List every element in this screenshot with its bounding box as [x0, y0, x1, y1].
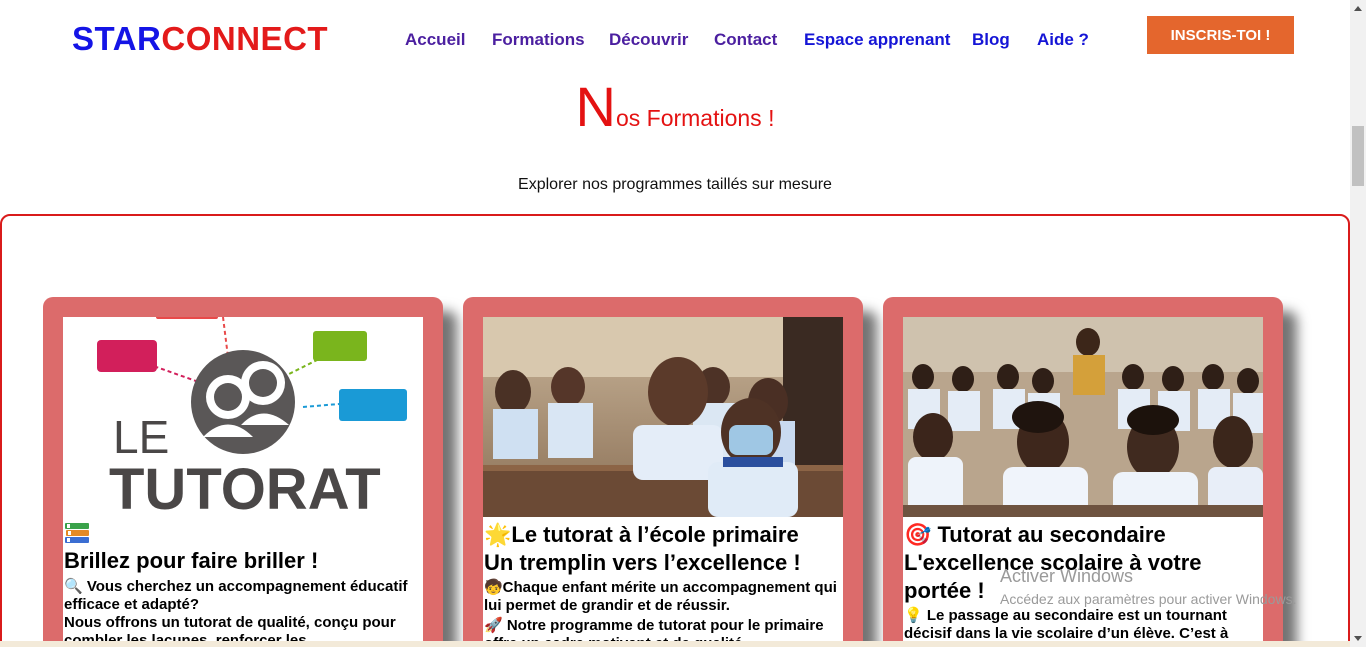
card-inner: 🌟Le tutorat à l’école primaire Un trempl… [483, 317, 843, 647]
formation-card-tutorat[interactable]: LE TUTORAT Brillez pour faire briller ! [43, 297, 443, 647]
secondary-classroom-photo [903, 317, 1263, 517]
primary-classroom-photo [483, 317, 843, 517]
nav-aide[interactable]: Aide ? [1037, 30, 1089, 50]
scroll-down-arrow-icon[interactable] [1354, 636, 1362, 641]
card-image-primary-classroom [483, 317, 843, 517]
watermark-subtitle: Accédez aux paramètres pour activer Wind… [1000, 591, 1297, 607]
card-paragraph: 🧒Chaque enfant mérite un accompagnement … [484, 579, 837, 614]
scrollbar-thumb[interactable] [1352, 126, 1364, 186]
logo-star: STAR [72, 20, 162, 57]
card-image-tutorat-logo: LE TUTORAT [63, 317, 423, 517]
nav-blog[interactable]: Blog [972, 30, 1010, 50]
section-heading: Nos Formations ! [0, 74, 1350, 139]
nav-espace-apprenant[interactable]: Espace apprenant [804, 30, 950, 50]
heading-rest: os Formations ! [615, 105, 775, 131]
logo-connect: CONNECT [161, 20, 329, 57]
card-title-line2: Un tremplin vers l’excellence ! [484, 550, 801, 575]
vertical-scrollbar[interactable] [1350, 0, 1366, 647]
page: STARCONNECT Accueil Formations Découvrir… [0, 0, 1366, 647]
card-title: Brillez pour faire briller ! [64, 548, 319, 573]
logo-le-text: LE [113, 411, 169, 463]
card-image-secondary-classroom [903, 317, 1263, 517]
site-logo[interactable]: STARCONNECT [72, 20, 328, 58]
card-text: Brillez pour faire briller ! 🔍 Vous cher… [63, 517, 423, 647]
nav-formations[interactable]: Formations [492, 30, 585, 50]
card-paragraph: 🔍 Vous cherchez un accompagnement éducat… [64, 578, 408, 613]
card-paragraph: 💡 Le passage au secondaire est un tourna… [904, 607, 1229, 642]
signup-button[interactable]: INSCRIS-TOI ! [1147, 16, 1294, 54]
nav-decouvrir[interactable]: Découvrir [609, 30, 688, 50]
card-title-line1: 🌟Le tutorat à l’école primaire [484, 522, 799, 547]
windows-activation-watermark: Activer Windows Accédez aux paramètres p… [1000, 566, 1296, 607]
heading-initial: N [575, 75, 616, 138]
nav-accueil[interactable]: Accueil [405, 30, 465, 50]
logo-tutorat-text: TUTORAT [109, 457, 381, 517]
card-text: 🌟Le tutorat à l’école primaire Un trempl… [483, 521, 843, 647]
books-icon [64, 517, 422, 547]
tutorat-logo-illustration: LE TUTORAT [63, 317, 423, 517]
bottom-strip [0, 641, 1350, 647]
scroll-up-arrow-icon[interactable] [1354, 6, 1362, 11]
card-title-line1: 🎯 Tutorat au secondaire [904, 522, 1166, 547]
section-subtitle: Explorer nos programmes taillés sur mesu… [518, 176, 832, 193]
watermark-title: Activer Windows [1000, 566, 1134, 586]
card-inner: LE TUTORAT Brillez pour faire briller ! [63, 317, 423, 647]
nav-contact[interactable]: Contact [714, 30, 777, 50]
formation-card-primaire[interactable]: 🌟Le tutorat à l’école primaire Un trempl… [463, 297, 863, 647]
